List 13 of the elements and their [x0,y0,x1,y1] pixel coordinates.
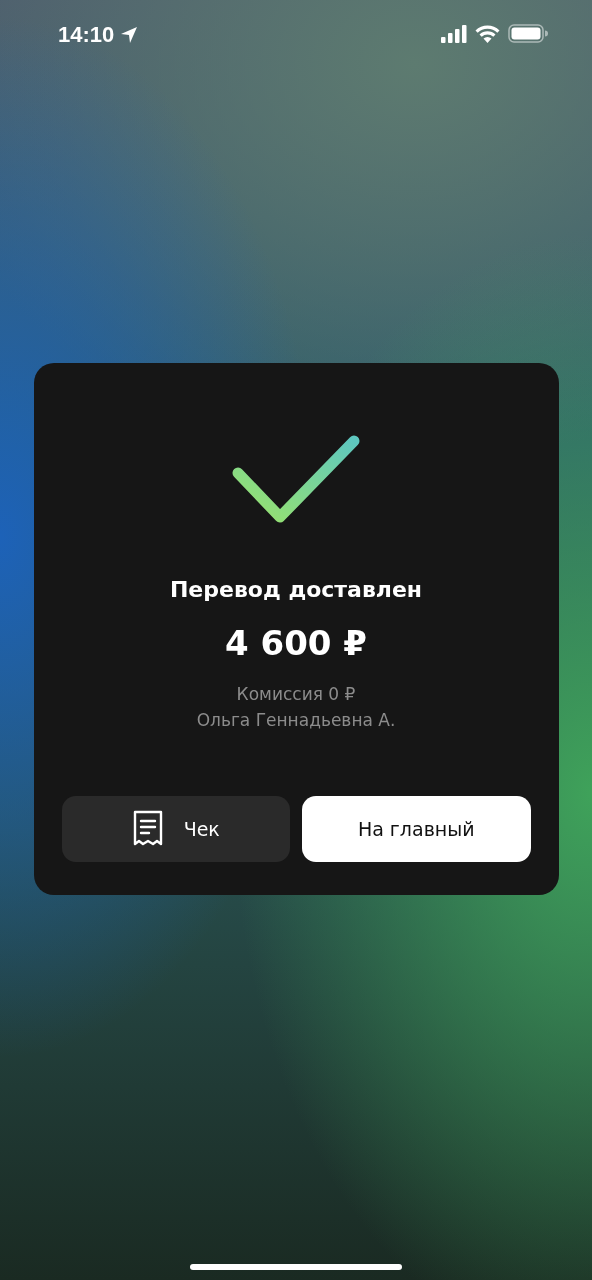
home-button[interactable]: На главный [302,796,531,862]
status-title: Перевод доставлен [169,576,423,604]
receipt-button[interactable]: Чек [61,796,290,862]
amount-text: 4 600 ₽ [225,623,367,663]
battery-icon [508,24,548,43]
status-time: 14:10 [58,21,115,49]
signal-icon [441,24,467,43]
location-arrow-icon [120,26,139,44]
receipt-icon [131,810,164,848]
detail-text: Ольга Геннадьевна А. [196,709,396,732]
detail-text: Комиссия 0 ₽ [236,683,356,706]
wifi-icon [475,24,500,43]
checkmark-icon [232,435,360,525]
